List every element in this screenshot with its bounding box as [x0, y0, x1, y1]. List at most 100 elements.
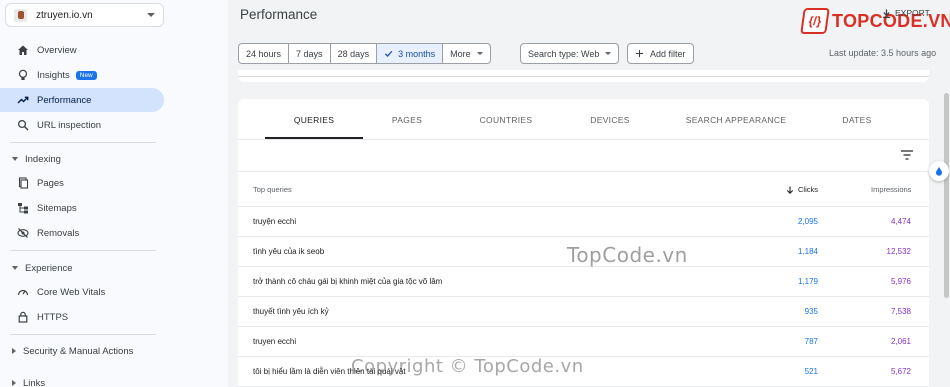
clicks-cell: 2,095	[797, 217, 818, 226]
clicks-cell: 1,179	[797, 277, 818, 286]
filter-rows-icon[interactable]	[900, 149, 914, 161]
impressions-cell: 4,474	[890, 217, 911, 226]
range-24-hours[interactable]: 24 hours	[239, 44, 290, 63]
collapse-icon	[12, 266, 18, 270]
date-range-selector: 24 hours 7 days 28 days 3 months More	[238, 43, 491, 64]
sidebar-item-label: Sitemaps	[37, 202, 77, 214]
watermark-bottom: Copyright © TopCode.vn	[351, 356, 584, 377]
export-label: EXPORT	[895, 8, 930, 18]
sidebar-item-label: Insights	[37, 69, 70, 81]
sidebar-item-removals[interactable]: Removals	[0, 221, 164, 245]
clicks-cell: 1,184	[797, 247, 818, 256]
chevron-down-icon	[605, 52, 612, 55]
sidebar-item-label: Overview	[37, 44, 77, 56]
chart-card-bottom	[238, 70, 929, 82]
tab-devices[interactable]: DEVICES	[561, 99, 659, 140]
table-row[interactable]: thuyết tình yêu ích kỷ 935 7,538	[238, 297, 929, 327]
impressions-cell: 12,532	[886, 247, 911, 256]
section-label: Indexing	[25, 153, 61, 165]
section-security[interactable]: Security & Manual Actions	[0, 341, 164, 361]
trending-up-icon	[16, 93, 30, 107]
tab-search-appearance[interactable]: SEARCH APPEARANCE	[676, 99, 796, 140]
expand-icon	[12, 380, 16, 386]
search-type-label: Search type: Web	[528, 48, 600, 59]
sidebar-item-sitemaps[interactable]: Sitemaps	[0, 196, 164, 220]
sidebar-item-label: Core Web Vitals	[37, 286, 106, 298]
expand-icon	[12, 348, 16, 354]
tab-queries[interactable]: QUERIES	[265, 99, 363, 140]
sidebar-item-label: Pages	[37, 177, 64, 189]
pages-icon	[16, 176, 30, 190]
plus-icon	[635, 49, 644, 58]
new-badge: New	[75, 70, 97, 80]
section-indexing[interactable]: Indexing	[0, 149, 164, 169]
table-row[interactable]: truyện ecchi 2,095 4,474	[238, 207, 929, 237]
tabs-divider	[238, 139, 929, 140]
eye-off-icon	[16, 226, 30, 240]
tab-pages[interactable]: PAGES	[358, 99, 456, 140]
download-icon	[882, 8, 891, 18]
search-type-chip[interactable]: Search type: Web	[520, 43, 620, 64]
range-label: More	[450, 48, 471, 59]
range-label: 3 months	[398, 48, 436, 59]
drop-icon	[936, 167, 942, 176]
range-7-days[interactable]: 7 days	[289, 44, 331, 63]
query-cell: trở thành cô cháu gái bị khinh miệt của …	[253, 277, 443, 286]
sidebar-item-performance[interactable]: Performance	[0, 88, 164, 112]
query-cell: thuyết tình yêu ích kỷ	[253, 307, 329, 316]
sidebar-item-label: Removals	[37, 227, 80, 239]
property-name: ztruyen.io.vn	[36, 9, 93, 21]
section-experience[interactable]: Experience	[0, 258, 164, 278]
clicks-cell: 935	[804, 307, 818, 316]
last-update-text: Last update: 3.5 hours ago	[829, 48, 937, 58]
impressions-cell: 5,976	[890, 277, 911, 286]
impressions-cell: 7,538	[890, 307, 911, 316]
sidebar-item-pages[interactable]: Pages	[0, 171, 164, 195]
column-header-clicks[interactable]: Clicks	[786, 185, 818, 194]
sidebar-item-url-inspection[interactable]: URL inspection	[0, 113, 164, 137]
column-header-impressions[interactable]: Impressions	[871, 185, 911, 194]
export-button[interactable]: EXPORT	[882, 8, 930, 18]
sidebar-item-https[interactable]: HTTPS	[0, 305, 164, 329]
search-icon	[16, 118, 30, 132]
impressions-cell: 2,061	[890, 337, 911, 346]
page-title: Performance	[240, 7, 318, 22]
sidebar-item-label: URL inspection	[37, 119, 102, 131]
query-cell: truyện ecchi	[253, 217, 297, 226]
lock-icon	[16, 310, 30, 324]
sidebar-divider	[10, 142, 156, 143]
arrow-down-icon	[786, 186, 794, 194]
range-28-days[interactable]: 28 days	[331, 44, 378, 63]
chevron-down-icon	[476, 52, 483, 55]
query-cell: truyen ecchi	[253, 337, 297, 346]
gauge-icon	[16, 285, 30, 299]
table-row[interactable]: truyen ecchi 787 2,061	[238, 327, 929, 357]
sidebar-item-label: Performance	[37, 94, 92, 106]
sidebar-item-core-web-vitals[interactable]: Core Web Vitals	[0, 280, 164, 304]
sidebar: ztruyen.io.vn Overview Insights New Perf…	[0, 0, 228, 387]
sidebar-divider	[10, 334, 156, 335]
query-cell: tình yêu của ik seob	[253, 247, 325, 256]
site-favicon-icon	[14, 8, 27, 22]
side-panel-toggle[interactable]	[929, 161, 949, 181]
range-3-months[interactable]: 3 months	[377, 44, 444, 63]
tab-dates[interactable]: DATES	[808, 99, 906, 140]
add-filter-button[interactable]: Add filter	[627, 43, 694, 64]
sidebar-item-insights[interactable]: Insights New	[0, 63, 164, 87]
check-icon	[384, 50, 393, 57]
scrollbar-thumb[interactable]	[944, 93, 949, 298]
column-header-label: Clicks	[798, 185, 818, 194]
range-more[interactable]: More	[443, 44, 490, 63]
section-links[interactable]: Links	[0, 373, 164, 387]
table-row[interactable]: trở thành cô cháu gái bị khinh miệt của …	[238, 267, 929, 297]
clicks-cell: 521	[804, 367, 818, 376]
collapse-icon	[12, 157, 18, 161]
property-selector[interactable]: ztruyen.io.vn	[5, 3, 164, 27]
section-label: Links	[23, 377, 46, 387]
add-filter-label: Add filter	[650, 48, 686, 59]
impressions-cell: 5,672	[890, 367, 911, 376]
sidebar-item-overview[interactable]: Overview	[0, 38, 164, 62]
table-divider	[238, 171, 929, 172]
tab-countries[interactable]: COUNTRIES	[457, 99, 555, 140]
chevron-down-icon	[147, 13, 155, 17]
